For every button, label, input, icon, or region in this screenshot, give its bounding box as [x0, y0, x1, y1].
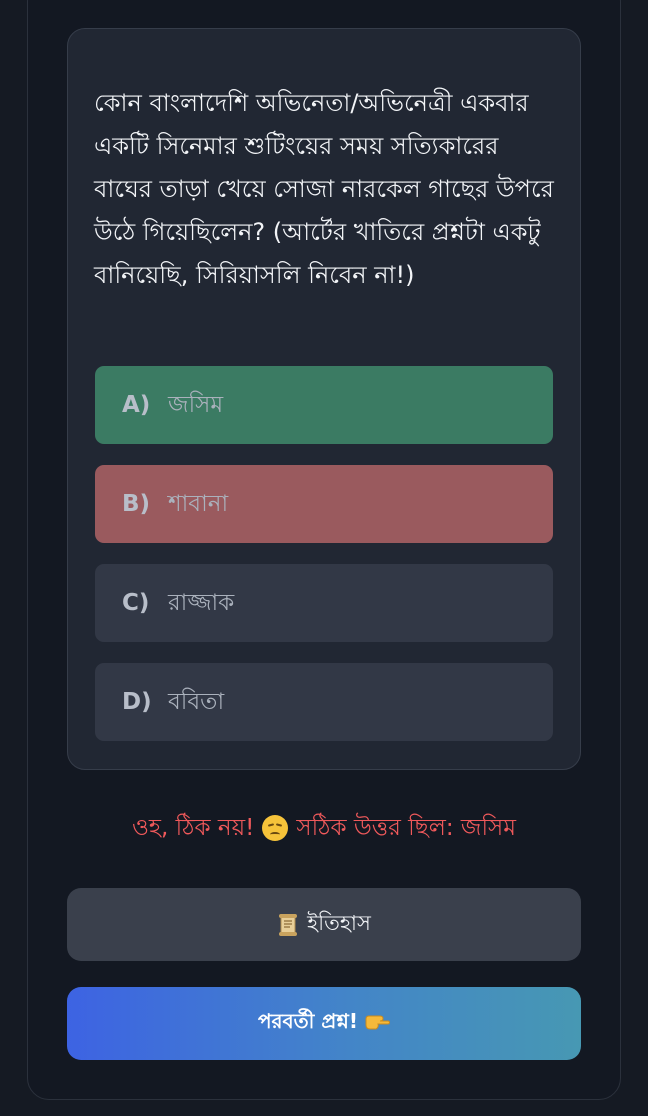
- feedback-correct-answer: সঠিক উত্তর ছিল: জসিম: [296, 815, 517, 841]
- option-c[interactable]: C) রাজ্জাক: [95, 564, 553, 642]
- option-d[interactable]: D) ববিতা: [95, 663, 553, 741]
- option-label: জসিম: [168, 391, 224, 418]
- next-question-button[interactable]: পরবর্তী প্রশ্ন!: [67, 987, 581, 1060]
- question-text: কোন বাংলাদেশি অভিনেতা/অভিনেত্রী একবার এক…: [94, 89, 554, 289]
- option-label: ববিতা: [168, 688, 225, 715]
- option-letter: A): [122, 392, 151, 418]
- feedback-prefix: ওহ, ঠিক নয়!: [131, 815, 255, 841]
- disappointed-face-icon: [262, 815, 289, 841]
- history-button-label: ইতিহাস: [307, 911, 371, 935]
- option-letter: D): [122, 689, 152, 715]
- option-b-wrong[interactable]: B) শাবানা: [95, 465, 553, 543]
- next-button-label: পরবর্তী প্রশ্ন!: [257, 1009, 359, 1033]
- option-a-correct[interactable]: A) জসিম: [95, 366, 553, 444]
- answer-feedback: ওহ, ঠিক নয়! সঠিক উত্তর ছিল: জসিম: [0, 808, 648, 848]
- option-label: শাবানা: [168, 490, 229, 517]
- option-letter: B): [122, 491, 151, 517]
- option-letter: C): [122, 590, 150, 616]
- history-button[interactable]: ইতিহাস: [67, 888, 581, 961]
- option-label: রাজ্জাক: [168, 589, 235, 616]
- pointing-hand-icon: [364, 1011, 391, 1037]
- scroll-icon: [277, 913, 299, 937]
